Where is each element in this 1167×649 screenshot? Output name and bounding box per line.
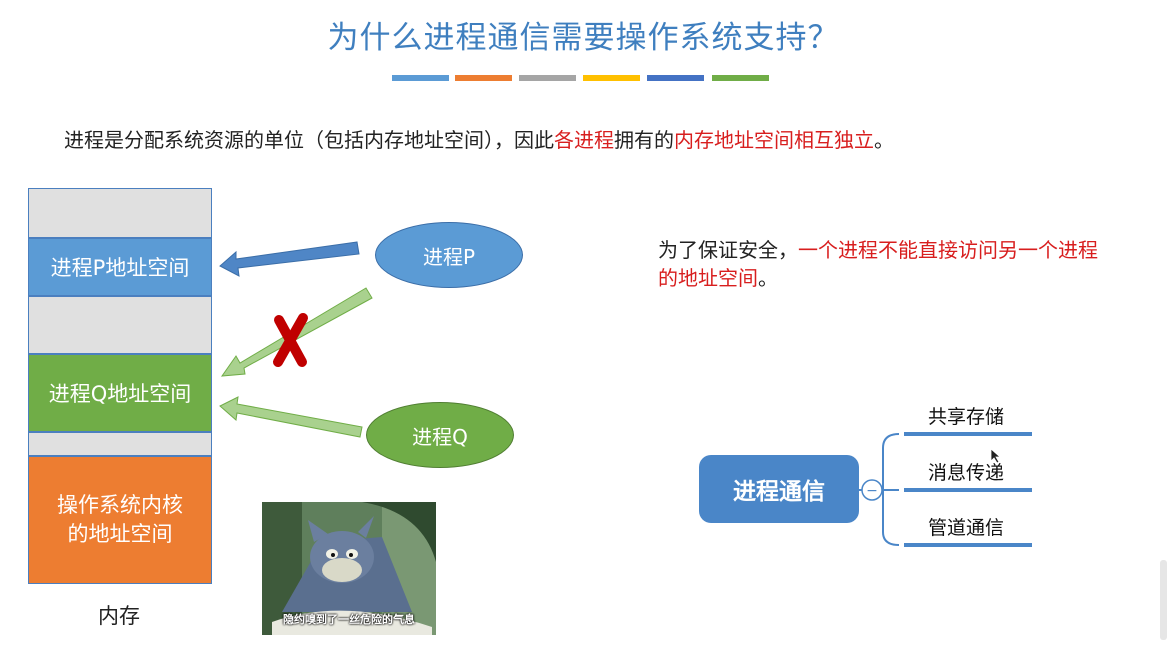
- mouse-cursor-icon: [990, 448, 1002, 464]
- process-q: 进程Q: [366, 402, 514, 468]
- mindmap-branch-lines: [882, 433, 900, 546]
- note-part1: 为了保证安全，: [658, 238, 798, 262]
- meme-image: 隐约嗅到了一丝危险的气息: [262, 502, 436, 635]
- mindmap-branch-shared-memory[interactable]: 共享存储: [928, 402, 1004, 429]
- arrow-p-to-p-space: [219, 241, 360, 277]
- mindmap-root-label: 进程通信: [733, 479, 825, 505]
- mindmap-branch-pipe[interactable]: 管道通信: [928, 513, 1004, 540]
- process-p: 进程P: [375, 222, 523, 288]
- scrollbar-edge[interactable]: [1160, 560, 1167, 640]
- note-part3: 。: [758, 266, 778, 290]
- process-q-label: 进程Q: [412, 424, 468, 449]
- meme-caption: 隐约嗅到了一丝危险的气息: [283, 613, 415, 626]
- process-p-label: 进程P: [422, 244, 476, 269]
- mindmap-collapse-symbol: −: [866, 483, 878, 499]
- arrow-q-to-q-space: [219, 396, 363, 438]
- arrows-layer: −: [219, 241, 1032, 547]
- security-note: 为了保证安全，一个进程不能直接访问另一个进程的地址空间。: [658, 236, 1098, 292]
- mindmap-root[interactable]: 进程通信: [699, 455, 859, 523]
